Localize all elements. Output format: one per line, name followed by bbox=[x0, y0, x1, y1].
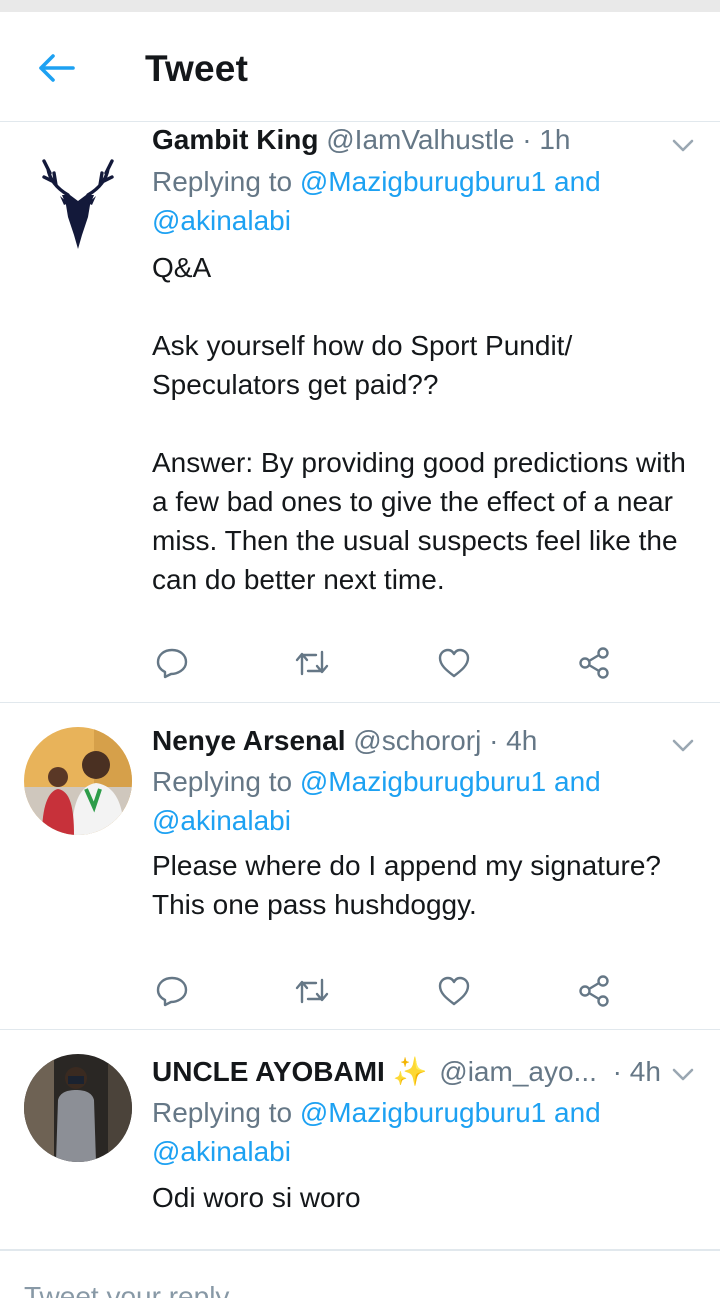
stag-logo-icon bbox=[24, 143, 132, 251]
tweet-item[interactable]: Gambit King @IamValhustle · 1h Replying … bbox=[0, 123, 720, 703]
mention-link[interactable]: @Mazigburugburu1 bbox=[300, 766, 546, 797]
tweet-header: Gambit King @IamValhustle · 1h bbox=[152, 120, 660, 160]
tweet-header: UNCLE AYOBAMI ✨ @iam_ayo... · 4h bbox=[152, 1052, 661, 1092]
share-icon bbox=[579, 975, 609, 1007]
replying-to: Replying to @Mazigburugburu1 and @akinala… bbox=[152, 166, 601, 236]
tweet-actions bbox=[152, 643, 622, 683]
mention-link[interactable]: @Mazigburugburu1 bbox=[300, 166, 546, 197]
like-icon bbox=[438, 976, 470, 1006]
avatar[interactable] bbox=[24, 1054, 132, 1162]
retweet-icon bbox=[295, 650, 329, 676]
share-button[interactable] bbox=[574, 971, 614, 1011]
status-bar bbox=[0, 0, 720, 12]
timestamp: · 4h bbox=[612, 1056, 661, 1087]
reply-button[interactable] bbox=[152, 971, 192, 1011]
avatar[interactable] bbox=[24, 143, 132, 251]
user-handle[interactable]: @schororj bbox=[353, 725, 481, 756]
reply-input[interactable]: Tweet your reply bbox=[24, 1281, 229, 1298]
mention-link[interactable]: @akinalabi bbox=[152, 1136, 291, 1167]
share-icon bbox=[579, 647, 609, 679]
sparkles-icon: ✨ bbox=[392, 1056, 428, 1087]
back-button[interactable] bbox=[30, 44, 82, 92]
chevron-down-icon[interactable] bbox=[670, 135, 696, 155]
retweet-button[interactable] bbox=[292, 643, 332, 683]
tweet-actions bbox=[152, 971, 622, 1011]
mention-link[interactable]: @akinalabi bbox=[152, 805, 291, 836]
like-button[interactable] bbox=[434, 971, 474, 1011]
mention-link[interactable]: @akinalabi bbox=[152, 205, 291, 236]
reply-button[interactable] bbox=[152, 643, 192, 683]
chevron-down-icon[interactable] bbox=[670, 735, 696, 755]
reply-icon bbox=[156, 648, 188, 679]
user-handle[interactable]: @iam_ayo... bbox=[439, 1056, 597, 1087]
display-name[interactable]: Nenye Arsenal bbox=[152, 725, 346, 756]
tweet-item[interactable]: UNCLE AYOBAMI ✨ @iam_ayo... · 4h Replyin… bbox=[0, 1030, 720, 1250]
chevron-down-icon[interactable] bbox=[670, 1064, 696, 1084]
avatar[interactable] bbox=[24, 727, 132, 835]
timestamp: · 4h bbox=[489, 725, 538, 756]
reply-icon bbox=[156, 976, 188, 1007]
retweet-button[interactable] bbox=[292, 971, 332, 1011]
replying-to: Replying to @Mazigburugburu1 and @akinala… bbox=[152, 766, 601, 836]
arrow-left-icon bbox=[39, 54, 75, 82]
tweet-text: Q&A Ask yourself how do Sport Pundit/ Sp… bbox=[152, 252, 686, 595]
page-title: Tweet bbox=[145, 48, 249, 89]
profile-photo-icon bbox=[24, 727, 132, 835]
mention-link[interactable]: @Mazigburugburu1 bbox=[300, 1097, 546, 1128]
user-handle[interactable]: @IamValhustle bbox=[326, 124, 514, 155]
share-button[interactable] bbox=[574, 643, 614, 683]
retweet-icon bbox=[295, 978, 329, 1004]
timestamp: · 1h bbox=[522, 124, 571, 155]
display-name[interactable]: UNCLE AYOBAMI bbox=[152, 1056, 385, 1087]
tweet-item[interactable]: Nenye Arsenal @schororj · 4h Replying to… bbox=[0, 703, 720, 1030]
top-app-bar: Tweet bbox=[0, 12, 720, 122]
tweet-text: Please where do I append my signature? T… bbox=[152, 850, 661, 920]
tweet-text: Odi woro si woro bbox=[152, 1182, 361, 1213]
display-name[interactable]: Gambit King bbox=[152, 124, 318, 155]
like-icon bbox=[438, 648, 470, 678]
profile-photo-icon bbox=[24, 1054, 132, 1162]
tweet-header: Nenye Arsenal @schororj · 4h bbox=[152, 721, 660, 761]
reply-composer[interactable]: Tweet your reply bbox=[0, 1250, 720, 1298]
like-button[interactable] bbox=[434, 643, 474, 683]
replying-to: Replying to @Mazigburugburu1 and @akinala… bbox=[152, 1097, 601, 1167]
